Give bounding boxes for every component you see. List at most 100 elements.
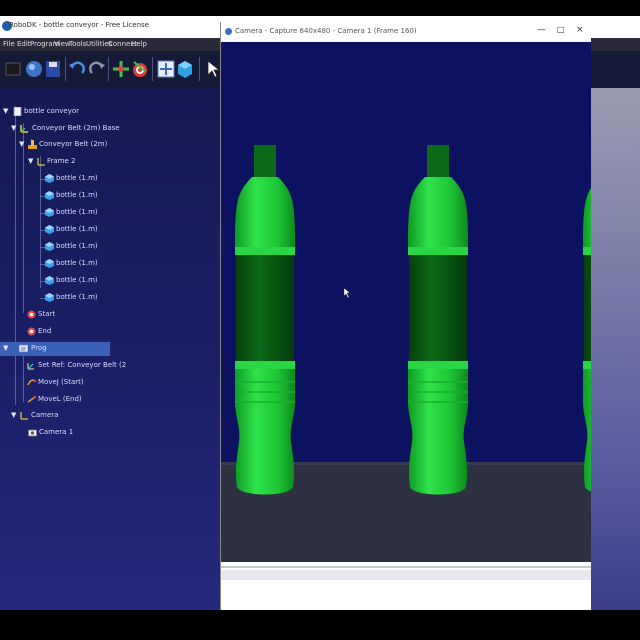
object-icon <box>45 225 54 234</box>
camera-close-button[interactable]: × <box>576 25 584 35</box>
expand-arrow[interactable]: ▼ <box>3 344 8 352</box>
tree-item-label: bottle (1.m) <box>56 259 98 267</box>
tree-item-camera-frame[interactable]: ▼ Camera <box>0 409 221 423</box>
target-icon <box>27 310 36 319</box>
target-icon[interactable] <box>131 59 149 79</box>
tree-item-label: MoveJ (Start) <box>38 378 84 386</box>
tree-item-bottle[interactable]: bottle (1.m) <box>0 189 221 203</box>
menu-file[interactable]: File <box>3 40 15 48</box>
expand-arrow[interactable]: ▼ <box>19 140 24 148</box>
toolbar-separator <box>108 57 109 81</box>
camera-titlebar: Camera - Capture 640x480 - Camera 1 (Fra… <box>221 22 591 42</box>
tree-item-program[interactable]: ▼ Prog <box>0 342 110 356</box>
globe-icon[interactable] <box>25 59 43 79</box>
station-icon <box>13 107 22 116</box>
tree-item-conveyor-base[interactable]: ▼ Conveyor Belt (2m) Base <box>0 122 221 136</box>
bottle-middle <box>407 144 469 496</box>
tree-item-label: Conveyor Belt (2m) <box>39 140 108 148</box>
tree-item-set-reference[interactable]: Set Ref: Conveyor Belt (2 <box>0 359 221 373</box>
add-target-icon[interactable] <box>112 59 130 79</box>
tree-item-label: Frame 2 <box>47 157 76 165</box>
object-icon <box>45 259 54 268</box>
tree-item-camera[interactable]: Camera 1 <box>0 426 221 440</box>
tree-item-label: bottle (1.m) <box>56 225 98 233</box>
select-cursor-icon[interactable] <box>204 59 222 79</box>
tree-item-start-target[interactable]: Start <box>0 308 221 322</box>
object-icon <box>45 191 54 200</box>
tree-item-label: End <box>38 327 52 335</box>
tree-item-label: bottle (1.m) <box>56 293 98 301</box>
tree-item-bottle[interactable]: bottle (1.m) <box>0 240 221 254</box>
tree-item-label: Start <box>38 310 56 318</box>
menu-tools[interactable]: Tools <box>69 40 86 48</box>
move-icon <box>27 379 36 386</box>
open-icon[interactable] <box>4 59 22 79</box>
tree-item-label: Camera <box>31 411 59 419</box>
camera-status-strip <box>221 570 591 580</box>
tree-item-label: bottle (1.m) <box>56 242 98 250</box>
object-icon <box>45 293 54 302</box>
camera-maximize-button[interactable]: □ <box>557 25 565 34</box>
target-icon <box>27 327 36 336</box>
robot-icon <box>28 140 37 149</box>
screen-bottom-edge <box>0 610 640 640</box>
tree-item-label: Conveyor Belt (2m) Base <box>32 124 120 132</box>
frame-icon <box>37 158 45 166</box>
frame-icon <box>20 125 28 133</box>
camera-window: Camera - Capture 640x480 - Camera 1 (Fra… <box>221 22 591 610</box>
expand-arrow[interactable]: ▼ <box>28 157 33 165</box>
tree-item-label: bottle (1.m) <box>56 191 98 199</box>
toolbar-separator <box>199 57 200 81</box>
fit-view-icon[interactable] <box>157 59 175 79</box>
tree-item-movel[interactable]: MoveL (End) <box>0 393 221 407</box>
toolbar-separator <box>65 57 66 81</box>
tree-item-bottle[interactable]: bottle (1.m) <box>0 257 221 271</box>
tree-item-label: Camera 1 <box>39 428 74 436</box>
main-3d-view-edge <box>591 88 640 610</box>
toolbar-separator <box>152 57 153 81</box>
menu-help[interactable]: Help <box>131 40 147 48</box>
expand-arrow[interactable]: ▼ <box>11 124 16 132</box>
tree-item-label: MoveL (End) <box>38 395 82 403</box>
program-icon <box>19 344 28 353</box>
object-icon <box>45 208 54 217</box>
tree-item-bottle[interactable]: bottle (1.m) <box>0 206 221 220</box>
tree-item-label: bottle (1.m) <box>56 276 98 284</box>
tree-item-bottle[interactable]: bottle (1.m) <box>0 172 221 186</box>
tree-item-bottle[interactable]: bottle (1.m) <box>0 291 221 305</box>
reference-icon <box>27 363 34 370</box>
tree-item-label: Set Ref: Conveyor Belt (2 <box>38 361 127 369</box>
save-icon[interactable] <box>44 59 62 79</box>
camera-bottom-panel <box>221 562 591 610</box>
camera-app-icon <box>225 28 232 35</box>
camera-window-title: Camera - Capture 640x480 - Camera 1 (Fra… <box>235 27 417 35</box>
object-icon <box>45 276 54 285</box>
station-tree: ▼ bottle conveyor ▼ Conveyor Belt (2m) B… <box>0 88 221 610</box>
tree-item-frame-2[interactable]: ▼ Frame 2 <box>0 155 221 169</box>
frame-icon <box>20 412 28 420</box>
bottle-left <box>234 144 296 496</box>
tree-item-label: bottle conveyor <box>24 107 80 115</box>
camera-scene <box>221 42 591 562</box>
tree-item-label: Prog <box>31 344 47 352</box>
camera-minimize-button[interactable]: — <box>537 25 546 35</box>
expand-arrow[interactable]: ▼ <box>11 411 16 419</box>
object-icon <box>45 174 54 183</box>
move-icon <box>27 395 36 403</box>
tree-item-label: bottle (1.m) <box>56 174 98 182</box>
tree-item-bottle[interactable]: bottle (1.m) <box>0 223 221 237</box>
redo-icon[interactable] <box>88 59 106 79</box>
tree-item-bottle[interactable]: bottle (1.m) <box>0 274 221 288</box>
main-window-title: RoboDK - bottle conveyor - Free License <box>9 21 149 29</box>
tree-item-movej[interactable]: MoveJ (Start) <box>0 376 221 390</box>
tree-item-conveyor[interactable]: ▼ Conveyor Belt (2m) <box>0 138 221 152</box>
cube-view-icon[interactable] <box>176 59 194 79</box>
undo-icon[interactable] <box>68 59 86 79</box>
camera-icon <box>28 429 37 437</box>
tree-item-end-target[interactable]: End <box>0 325 221 339</box>
menu-edit[interactable]: Edit <box>17 40 31 48</box>
tree-item-station[interactable]: ▼ bottle conveyor <box>0 105 221 119</box>
tree-item-label: bottle (1.m) <box>56 208 98 216</box>
camera-viewport[interactable] <box>221 42 591 562</box>
expand-arrow[interactable]: ▼ <box>3 107 8 115</box>
